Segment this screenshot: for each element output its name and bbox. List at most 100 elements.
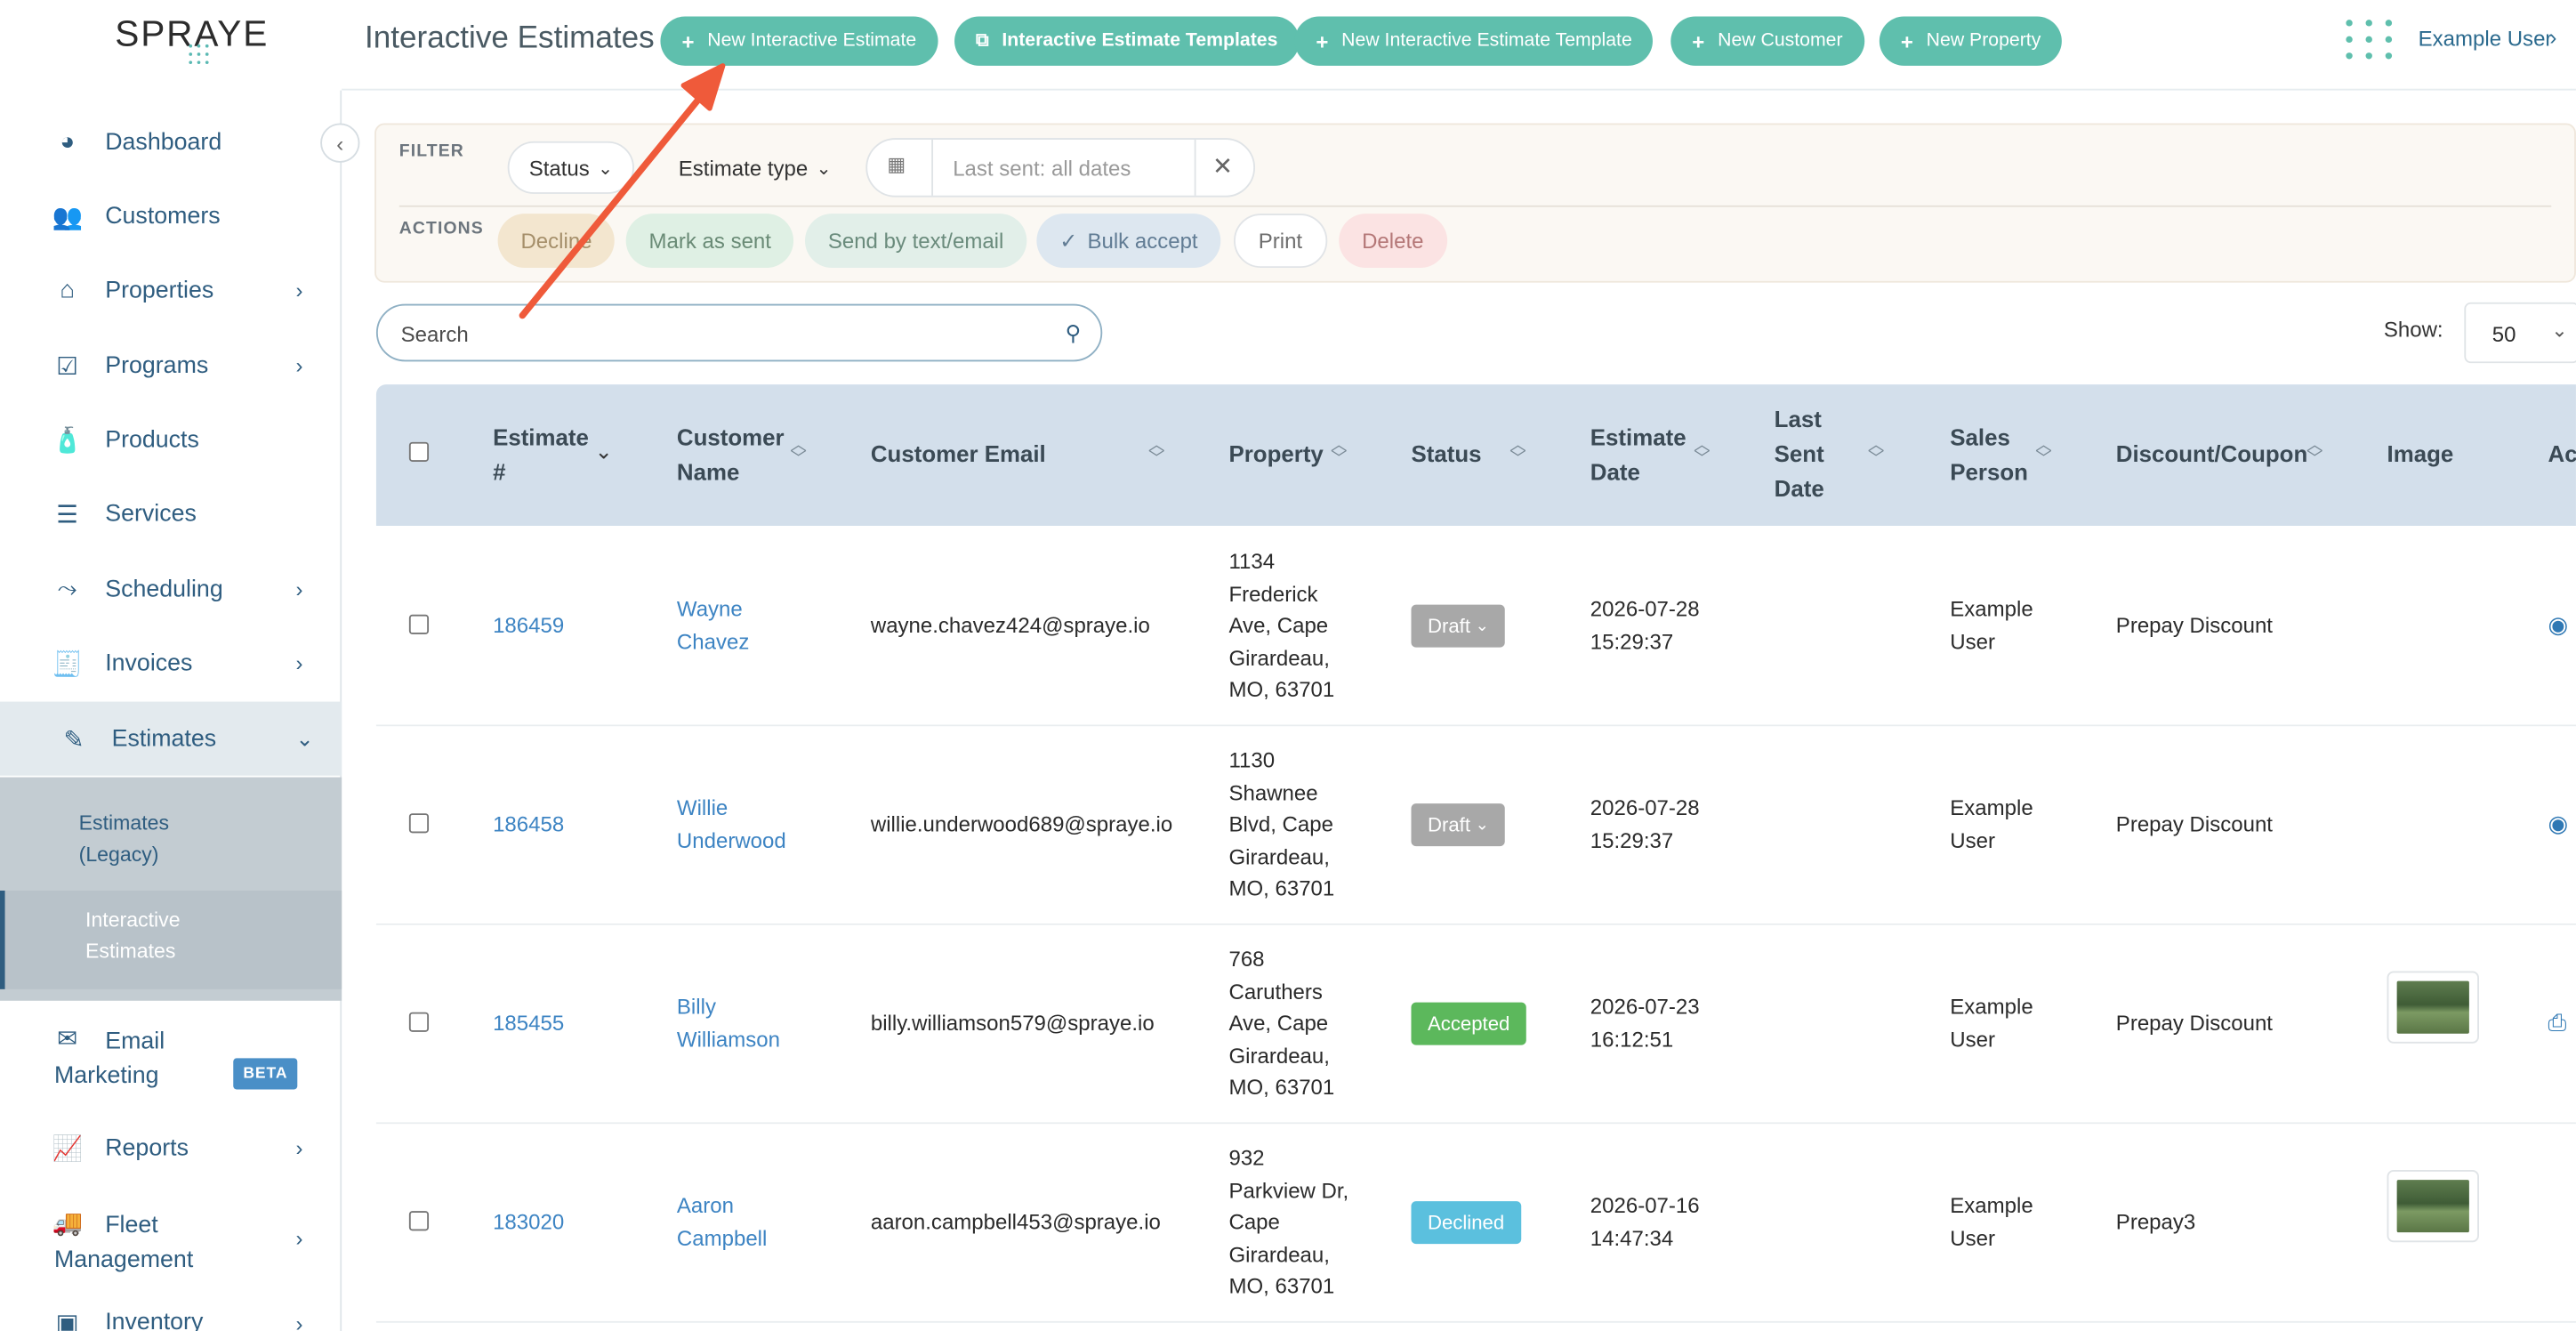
- sidebar-item-programs[interactable]: ☑ Programs ›: [0, 328, 342, 402]
- customer-name-link[interactable]: Willie Underwood: [677, 792, 786, 856]
- sidebar-item-label: Inventory: [105, 1309, 204, 1331]
- sort-icon[interactable]: ︿ ﹀: [2306, 438, 2322, 467]
- row-checkbox[interactable]: [408, 1012, 430, 1032]
- sort-icon[interactable]: ︿ ﹀: [1331, 438, 1347, 467]
- new-property-button[interactable]: + New Property: [1879, 16, 2063, 66]
- estimate-image-thumbnail[interactable]: [2387, 971, 2479, 1044]
- status-label: Draft: [1427, 813, 1471, 837]
- row-checkbox[interactable]: [408, 1211, 430, 1231]
- chevron-right-icon[interactable]: ›: [2549, 25, 2556, 50]
- search-input[interactable]: Search: [401, 322, 469, 347]
- column-estimate-date[interactable]: Estimate Date: [1590, 421, 1686, 490]
- column-discount-coupon[interactable]: Discount/Coupon: [2116, 437, 2307, 472]
- select-all-checkbox[interactable]: [408, 441, 430, 462]
- sidebar-item-products[interactable]: 🧴 Products: [0, 402, 342, 476]
- new-customer-button[interactable]: + New Customer: [1670, 16, 1864, 66]
- estimate-number-link[interactable]: 186459: [493, 609, 564, 641]
- interactive-estimate-templates-button[interactable]: ⧉ Interactive Estimate Templates: [954, 16, 1300, 66]
- sidebar-item-scheduling[interactable]: ⤳ Scheduling ›: [0, 553, 342, 626]
- sidebar-item-customers[interactable]: 👥 Customers: [0, 179, 342, 253]
- sidebar-item-estimates[interactable]: ✎ Estimates ⌄: [0, 701, 342, 776]
- page-size-select[interactable]: 50 ⌄: [2464, 302, 2576, 364]
- status-badge[interactable]: Draft ⌄: [1411, 604, 1506, 648]
- chevron-down-icon: ⌄: [1475, 617, 1490, 635]
- user-menu[interactable]: Example User: [2419, 27, 2553, 52]
- customer-name-link[interactable]: Wayne Chavez: [677, 593, 749, 657]
- customer-name-link[interactable]: Billy Williamson: [677, 991, 780, 1055]
- sidebar-item-dashboard[interactable]: ◕ Dashboard: [0, 105, 342, 179]
- estimate-type-filter-select[interactable]: Estimate type ⌄: [659, 141, 853, 194]
- sidebar-item-estimates-legacy[interactable]: Estimates (Legacy): [79, 809, 169, 871]
- delete-button[interactable]: Delete: [1339, 214, 1447, 269]
- table-row[interactable]: 183020 Aaron Campbell aaron.campbell453@s…: [375, 1124, 2576, 1323]
- column-image: Image: [2387, 437, 2454, 472]
- send-by-text-email-button[interactable]: Send by text/email: [804, 214, 1027, 269]
- sidebar-item-interactive-estimates[interactable]: Interactive Estimates: [85, 906, 181, 968]
- thumbnail-photo: [2396, 980, 2469, 1034]
- name-line: Chavez: [676, 628, 750, 654]
- date-line: 2026-07-23: [1590, 994, 1700, 1020]
- collapse-sidebar-button[interactable]: ‹: [320, 123, 360, 163]
- estimate-image-thumbnail[interactable]: [2387, 1169, 2479, 1243]
- search-icon[interactable]: ⚲: [1066, 320, 1082, 347]
- chevron-right-icon: ›: [295, 650, 303, 676]
- estimate-number-link[interactable]: 183020: [493, 1206, 564, 1238]
- sort-icon[interactable]: ︿ ﹀: [790, 438, 806, 467]
- clear-date-icon[interactable]: ✕: [1212, 151, 1233, 181]
- sort-icon[interactable]: ︿ ﹀: [1694, 438, 1710, 467]
- column-last-sent-date[interactable]: Last Sent Date: [1775, 402, 1824, 505]
- sidebar-item-properties[interactable]: ⌂ Properties ›: [0, 253, 342, 327]
- row-checkbox[interactable]: [408, 614, 430, 634]
- sort-desc-icon[interactable]: ⌄: [595, 439, 613, 465]
- sidebar-item-invoices[interactable]: 🧾 Invoices ›: [0, 626, 342, 700]
- column-property[interactable]: Property: [1228, 437, 1323, 472]
- apps-grid-icon[interactable]: [2346, 20, 2395, 60]
- estimate-number-link[interactable]: 185455: [493, 1007, 564, 1039]
- row-checkbox[interactable]: [408, 813, 430, 834]
- sidebar-item-inventory[interactable]: ▣ Inventory ›: [0, 1306, 342, 1331]
- column-status[interactable]: Status: [1411, 437, 1481, 472]
- time-line: 15:29:37: [1590, 628, 1674, 654]
- header-line: Discount/Coupon: [2115, 440, 2308, 467]
- header-line: Last: [1774, 406, 1822, 432]
- bulk-accept-button[interactable]: ✓ Bulk accept: [1036, 214, 1221, 269]
- column-sales-person[interactable]: Sales Person: [1950, 421, 2028, 490]
- column-estimate-number[interactable]: Estimate #: [493, 421, 589, 490]
- estimate-date: 2026-07-16 14:47:34: [1590, 1190, 1700, 1254]
- status-badge[interactable]: Draft ⌄: [1411, 803, 1506, 847]
- header-line: Status: [1411, 440, 1482, 467]
- sales-person: Example User: [1950, 991, 2033, 1055]
- decline-action-button[interactable]: Decline: [497, 214, 616, 269]
- new-interactive-estimate-button[interactable]: + New Interactive Estimate: [660, 16, 938, 66]
- status-filter-select[interactable]: Status ⌄: [507, 141, 635, 194]
- sort-icon[interactable]: ︿ ﹀: [2035, 438, 2051, 467]
- show-label: Show:: [2383, 317, 2443, 343]
- brand-logo[interactable]: SPRAYE: [0, 0, 342, 89]
- sidebar-item-reports[interactable]: 📈 Reports ›: [0, 1111, 342, 1185]
- mark-as-sent-button[interactable]: Mark as sent: [625, 214, 794, 269]
- sort-icon[interactable]: ︿ ﹀: [1868, 438, 1884, 467]
- customer-email: willie.underwood689@spraye.io: [870, 811, 1173, 837]
- eye-icon[interactable]: ◉: [2548, 811, 2569, 838]
- sidebar-item-fleet-management[interactable]: 🚚 Fleet Management ›: [0, 1203, 342, 1277]
- sidebar-item-services[interactable]: ☰ Services: [0, 477, 342, 551]
- dashboard-icon: ◕: [60, 128, 76, 157]
- box-icon: ▣: [55, 1309, 79, 1331]
- date-range-filter[interactable]: ▦ Last sent: all dates ✕: [865, 138, 1256, 198]
- table-row[interactable]: 186459 Wayne Chavez wayne.chavez424@spray…: [375, 527, 2576, 727]
- sort-icon[interactable]: ︿ ﹀: [1509, 438, 1525, 467]
- column-customer-name[interactable]: Customer Name: [677, 421, 785, 490]
- search-box[interactable]: Search ⚲: [375, 303, 1103, 362]
- print-icon[interactable]: ⎙: [2548, 1009, 2567, 1037]
- sort-icon[interactable]: ︿ ﹀: [1148, 438, 1164, 467]
- table-row[interactable]: 186458 Willie Underwood willie.underwood6…: [375, 726, 2576, 925]
- print-button[interactable]: Print: [1234, 214, 1327, 269]
- customer-name-link[interactable]: Aaron Campbell: [677, 1190, 767, 1254]
- column-customer-email[interactable]: Customer Email: [871, 437, 1046, 472]
- new-interactive-estimate-template-button[interactable]: + New Interactive Estimate Template: [1294, 16, 1654, 66]
- table-row[interactable]: 185455 Billy Williamson billy.williamson5…: [375, 924, 2576, 1125]
- estimate-number-link[interactable]: 186458: [493, 809, 564, 841]
- eye-icon[interactable]: ◉: [2548, 611, 2569, 639]
- name-line: Campbell: [676, 1224, 768, 1250]
- address-line: Parkview Dr,: [1228, 1177, 1349, 1203]
